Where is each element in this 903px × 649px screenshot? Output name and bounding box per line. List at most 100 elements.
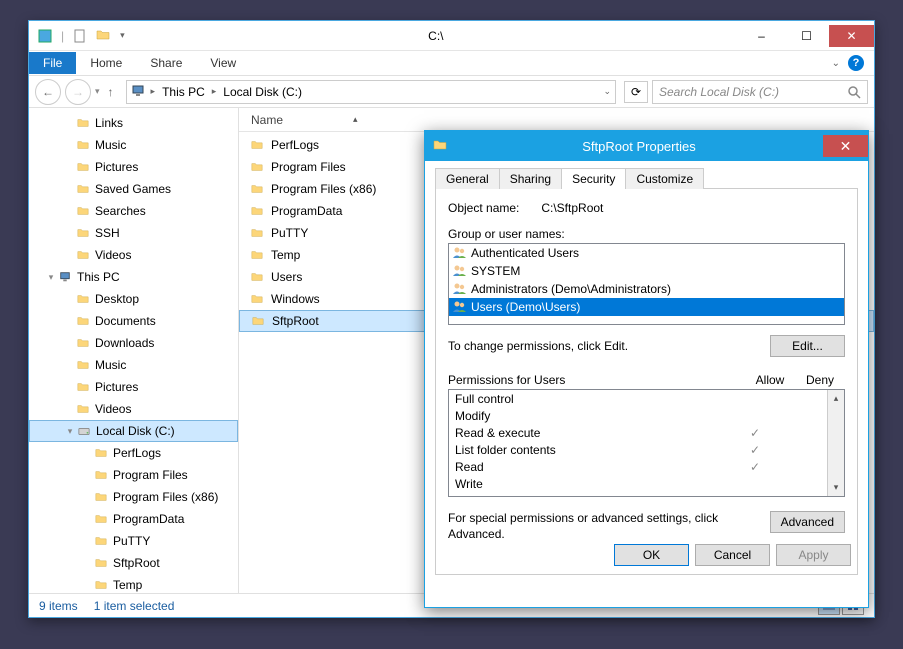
help-icon[interactable]: ? (848, 55, 864, 71)
drive-icon (76, 423, 92, 439)
ok-button[interactable]: OK (614, 544, 689, 566)
breadcrumb-segment[interactable]: Local Disk (C:) (220, 85, 305, 99)
new-doc-icon[interactable] (72, 28, 88, 44)
object-name-label: Object name: (448, 201, 538, 215)
tree-item[interactable]: ▾Local Disk (C:) (29, 420, 238, 442)
scrollbar[interactable]: ▴ ▾ (827, 390, 844, 496)
back-button[interactable]: ← (35, 79, 61, 105)
tree-item[interactable]: Program Files (x86) (29, 486, 238, 508)
cancel-button[interactable]: Cancel (695, 544, 770, 566)
tree-item[interactable]: SSH (29, 222, 238, 244)
folder-icon (249, 181, 265, 197)
tree-item[interactable]: Documents (29, 310, 238, 332)
allow-column-header: Allow (745, 373, 795, 387)
folder-icon (75, 313, 91, 329)
tree-item[interactable]: PuTTY (29, 530, 238, 552)
properties-icon[interactable] (37, 28, 53, 44)
tree-item[interactable]: Searches (29, 200, 238, 222)
edit-button[interactable]: Edit... (770, 335, 845, 357)
allow-check: ✓ (733, 460, 777, 474)
tree-item[interactable]: ProgramData (29, 508, 238, 530)
tree-item[interactable]: Temp (29, 574, 238, 593)
tree-item[interactable]: Saved Games (29, 178, 238, 200)
tree-item[interactable]: PerfLogs (29, 442, 238, 464)
folder-icon (249, 225, 265, 241)
tree-item[interactable]: Pictures (29, 156, 238, 178)
tab-security[interactable]: Security (561, 168, 626, 189)
ribbon-file[interactable]: File (29, 52, 76, 74)
ribbon-home[interactable]: Home (76, 52, 136, 74)
tab-general[interactable]: General (435, 168, 500, 189)
user-row[interactable]: Administrators (Demo\Administrators) (449, 280, 844, 298)
user-list[interactable]: Authenticated Users SYSTEM Administrators … (448, 243, 845, 325)
folder-icon (249, 137, 265, 153)
tree-label: Pictures (95, 380, 138, 394)
folder-icon (249, 291, 265, 307)
permissions-list[interactable]: Full controlModifyRead & execute✓List fo… (448, 389, 845, 497)
deny-column-header: Deny (795, 373, 845, 387)
folder-icon (249, 203, 265, 219)
folder-icon (93, 511, 109, 527)
folder-icon (75, 335, 91, 351)
forward-button[interactable]: → (65, 79, 91, 105)
address-dropdown-icon[interactable]: ⌄ (603, 86, 611, 97)
tree-item[interactable]: ▾This PC (29, 266, 238, 288)
maximize-button[interactable]: ☐ (784, 25, 829, 47)
group-users-label: Group or user names: (448, 227, 845, 241)
user-row[interactable]: SYSTEM (449, 262, 844, 280)
nav-pane[interactable]: LinksMusicPicturesSaved GamesSearchesSSH… (29, 108, 239, 593)
ribbon-view[interactable]: View (196, 52, 250, 74)
tree-item[interactable]: Videos (29, 398, 238, 420)
tree-label: PuTTY (113, 534, 150, 548)
user-row[interactable]: Authenticated Users (449, 244, 844, 262)
user-name: Authenticated Users (471, 246, 579, 260)
computer-icon (131, 84, 147, 100)
user-row[interactable]: Users (Demo\Users) (449, 298, 844, 316)
tree-item[interactable]: Links (29, 112, 238, 134)
tree-label: SSH (95, 226, 120, 240)
ribbon-expand-icon[interactable]: ⌄ (832, 58, 840, 69)
tree-label: Program Files (113, 468, 188, 482)
search-input[interactable]: Search Local Disk (C:) (652, 80, 868, 104)
address-bar[interactable]: ▸ This PC ▸ Local Disk (C:) ⌄ (126, 80, 616, 104)
permission-name: Read & execute (455, 426, 733, 440)
tree-item[interactable]: Music (29, 354, 238, 376)
user-name: Administrators (Demo\Administrators) (471, 282, 671, 296)
chevron-right-icon[interactable]: ▸ (210, 86, 219, 97)
up-button[interactable]: ↑ (104, 85, 118, 99)
tree-item[interactable]: SftpRoot (29, 552, 238, 574)
folder-icon (93, 555, 109, 571)
tree-item[interactable]: Music (29, 134, 238, 156)
tree-item[interactable]: Videos (29, 244, 238, 266)
advanced-button[interactable]: Advanced (770, 511, 845, 533)
tree-item[interactable]: Desktop (29, 288, 238, 310)
new-folder-icon[interactable] (96, 28, 112, 44)
folder-icon (75, 137, 91, 153)
file-name: Users (271, 270, 302, 284)
permission-row: Modify (449, 407, 827, 424)
tree-item[interactable]: Program Files (29, 464, 238, 486)
column-header[interactable]: Name ▴ (239, 108, 874, 132)
close-button[interactable]: ✕ (823, 135, 868, 157)
apply-button[interactable]: Apply (776, 544, 851, 566)
chevron-right-icon[interactable]: ▸ (149, 86, 158, 97)
ribbon-share[interactable]: Share (136, 52, 196, 74)
folder-icon (249, 159, 265, 175)
tree-item[interactable]: Pictures (29, 376, 238, 398)
close-button[interactable]: ✕ (829, 25, 874, 47)
refresh-button[interactable]: ⟳ (624, 81, 648, 103)
scroll-down-icon[interactable]: ▾ (828, 479, 844, 496)
tab-sharing[interactable]: Sharing (499, 168, 562, 189)
tree-label: Local Disk (C:) (96, 424, 175, 438)
column-name[interactable]: Name (247, 113, 303, 127)
tab-customize[interactable]: Customize (625, 168, 704, 189)
scroll-up-icon[interactable]: ▴ (828, 390, 844, 407)
tree-item[interactable]: Downloads (29, 332, 238, 354)
qat-dropdown-icon[interactable]: ▾ (120, 30, 125, 41)
breadcrumb-segment[interactable]: This PC (159, 85, 208, 99)
tree-label: Downloads (95, 336, 154, 350)
folder-icon (75, 225, 91, 241)
search-placeholder: Search Local Disk (C:) (659, 85, 847, 99)
history-dropdown-icon[interactable]: ▾ (95, 86, 100, 97)
minimize-button[interactable]: – (739, 25, 784, 47)
